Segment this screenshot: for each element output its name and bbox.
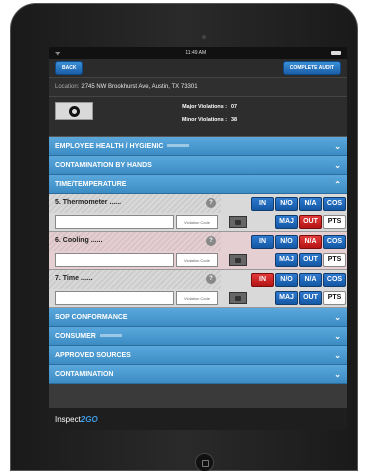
- chevron-down-icon: ⌄: [334, 369, 341, 379]
- option-pts[interactable]: PTS: [323, 291, 346, 305]
- section-approved-sources[interactable]: APPROVED SOURCES ⌄: [49, 346, 347, 365]
- section-contamination[interactable]: CONTAMINATION ⌄: [49, 365, 347, 384]
- brand-name: Inspect: [55, 414, 81, 424]
- home-button[interactable]: [195, 453, 214, 471]
- location-bar: Location: 2745 NW Brookhurst Ave, Austin…: [49, 77, 347, 97]
- major-violations-label: Major Violations :: [182, 104, 227, 110]
- section-sop-conformance[interactable]: SOP CONFORMANCE ⌄: [49, 308, 347, 327]
- chevron-down-icon: ⌄: [334, 312, 341, 322]
- section-employee-health[interactable]: EMPLOYEE HEALTH / HYGIENIC ⌄: [49, 137, 347, 156]
- option-maj[interactable]: MAJ: [275, 215, 298, 229]
- option-na[interactable]: N/A: [299, 273, 322, 287]
- violation-code-field[interactable]: Violation Code: [176, 253, 218, 267]
- chevron-up-icon: ⌃: [334, 179, 341, 189]
- option-na[interactable]: N/A: [299, 197, 322, 211]
- section-label: SOP CONFORMANCE: [55, 313, 128, 321]
- option-in[interactable]: IN: [251, 235, 274, 249]
- camera-glyph: [235, 295, 241, 301]
- major-violations: Major Violations : 07: [167, 104, 237, 110]
- major-violations-count: 07: [231, 104, 237, 110]
- camera-icon[interactable]: [229, 254, 247, 266]
- option-in[interactable]: IN: [251, 273, 274, 287]
- notes-input[interactable]: [55, 253, 174, 267]
- section-label: APPROVED SOURCES: [55, 351, 131, 359]
- checklist-item-thermometer: 5. Thermometer ...... ? Violation Code I…: [49, 194, 347, 232]
- section-label: EMPLOYEE HEALTH / HYGIENIC: [55, 142, 164, 150]
- brand-footer: Inspect 2GO: [49, 408, 347, 430]
- option-cos[interactable]: COS: [323, 197, 346, 211]
- violation-code-field[interactable]: Violation Code: [176, 291, 218, 305]
- option-no[interactable]: N/O: [275, 235, 298, 249]
- brand-logo-go: 2GO: [80, 414, 98, 424]
- section-label: CONTAMINATION: [55, 370, 114, 378]
- location-label: Location:: [55, 84, 80, 90]
- section-consumer[interactable]: CONSUMER ⌄: [49, 327, 347, 346]
- item-title: 7. Time ......: [49, 270, 221, 289]
- option-no[interactable]: N/O: [275, 197, 298, 211]
- status-bar: ᯤ 11:49 AM: [49, 47, 347, 59]
- chevron-down-icon: ⌄: [334, 350, 341, 360]
- chevron-down-icon: ⌄: [334, 141, 341, 151]
- camera-icon[interactable]: [229, 292, 247, 304]
- complete-audit-button[interactable]: COMPLETE AUDIT: [282, 61, 341, 75]
- option-pts[interactable]: PTS: [323, 215, 346, 229]
- option-maj[interactable]: MAJ: [275, 291, 298, 305]
- section-contamination-by-hands[interactable]: CONTAMINATION BY HANDS ⌄: [49, 156, 347, 175]
- help-icon[interactable]: ?: [206, 198, 216, 208]
- section-label: TIME/TEMPERATURE: [55, 180, 127, 188]
- section-label: CONSUMER: [55, 332, 96, 340]
- camera-glyph: [235, 257, 241, 263]
- help-icon[interactable]: ?: [206, 236, 216, 246]
- location-value: 2745 NW Brookhurst Ave, Austin, TX 73301: [81, 84, 198, 90]
- camera-dot: [202, 35, 206, 39]
- option-out[interactable]: OUT: [299, 291, 322, 305]
- status-time: 11:49 AM: [185, 50, 207, 56]
- option-cos[interactable]: COS: [323, 273, 346, 287]
- option-maj[interactable]: MAJ: [275, 253, 298, 267]
- violations-summary: Major Violations : 07 Minor Violations : 3…: [49, 97, 347, 137]
- option-no[interactable]: N/O: [275, 273, 298, 287]
- battery-icon: [331, 51, 341, 55]
- app-screen: ᯤ 11:49 AM BACK COMPLETE AUDIT Location:…: [49, 47, 347, 430]
- help-icon[interactable]: ?: [206, 274, 216, 284]
- minor-violations: Minor Violations : 38: [167, 117, 237, 123]
- section-label: CONTAMINATION BY HANDS: [55, 161, 152, 169]
- item-title: 5. Thermometer ......: [49, 194, 221, 213]
- camera-icon[interactable]: [229, 216, 247, 228]
- option-na[interactable]: N/A: [299, 235, 322, 249]
- item-title: 6. Cooling ......: [49, 232, 221, 251]
- chevron-down-icon: ⌄: [334, 331, 341, 341]
- minor-violations-count: 38: [231, 117, 237, 123]
- minor-violations-label: Minor Violations :: [181, 117, 227, 123]
- notes-input[interactable]: [55, 291, 174, 305]
- section-time-temperature[interactable]: TIME/TEMPERATURE ⌃: [49, 175, 347, 194]
- camera-glyph: [235, 219, 241, 225]
- label-tail-decoration: [167, 144, 190, 148]
- establishment-thumbnail[interactable]: [55, 102, 93, 120]
- option-out[interactable]: OUT: [299, 215, 322, 229]
- checklist-item-time: 7. Time ...... ? Violation Code IN N/O N…: [49, 270, 347, 308]
- option-pts[interactable]: PTS: [323, 253, 346, 267]
- option-cos[interactable]: COS: [323, 235, 346, 249]
- back-button[interactable]: BACK: [55, 61, 84, 75]
- option-out[interactable]: OUT: [299, 253, 322, 267]
- wifi-icon: ᯤ: [55, 51, 61, 57]
- notes-input[interactable]: [55, 215, 174, 229]
- label-tail-decoration: [99, 334, 122, 338]
- checklist-item-cooling: 6. Cooling ...... ? Violation Code IN N/…: [49, 232, 347, 270]
- chevron-down-icon: ⌄: [334, 160, 341, 170]
- establishment-icon: [68, 105, 80, 117]
- top-toolbar: BACK COMPLETE AUDIT: [49, 59, 347, 77]
- option-in[interactable]: IN: [251, 197, 274, 211]
- violation-code-field[interactable]: Violation Code: [176, 215, 218, 229]
